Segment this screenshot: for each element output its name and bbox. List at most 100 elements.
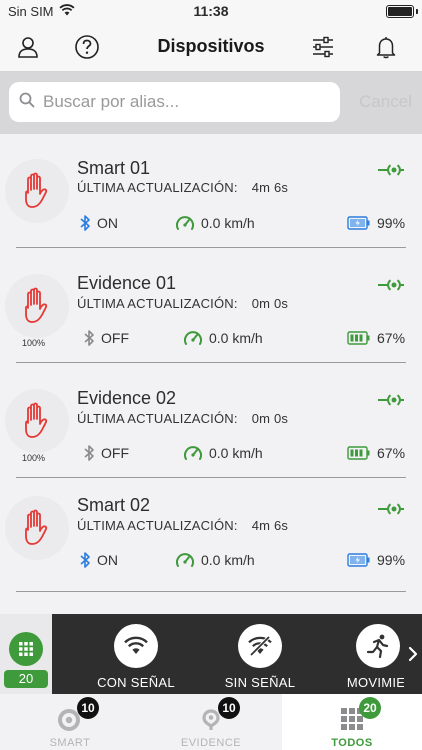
device-row[interactable]: 100% Evidence 01 ÚLTIMA ACTUALIZACIÓN: 0m… (0, 269, 422, 384)
bluetooth-icon (80, 215, 90, 231)
bluetooth-status: ON (97, 552, 118, 568)
wifi-icon (114, 624, 158, 668)
last-update-value: 4m 6s (251, 518, 289, 533)
grid-icon: 20 (339, 697, 381, 732)
bell-icon[interactable] (372, 33, 400, 61)
tab-badge: 10 (77, 697, 99, 719)
alert-hand-icon (25, 172, 48, 208)
device-name: Smart 01 (77, 158, 151, 178)
tab-label: SMART (49, 737, 91, 749)
grid-icon[interactable] (9, 632, 43, 666)
row-divider (16, 362, 406, 363)
bluetooth-stat: ON (79, 549, 118, 571)
alert-hand-icon (25, 509, 48, 545)
last-update-label: ÚLTIMA ACTUALIZACIÓN: (77, 180, 238, 195)
battery-value: 67% (377, 330, 406, 346)
battery-level-icon (347, 331, 370, 345)
search-area: Cancel (0, 72, 422, 134)
speedometer-icon (184, 331, 202, 345)
bluetooth-icon (84, 330, 94, 346)
device-name: Evidence 02 (77, 388, 177, 408)
filter-label: SIN SEÑAL (224, 675, 296, 690)
avatar-caption: 100% (22, 453, 46, 463)
speed-value: 0.0 km/h (201, 215, 255, 231)
battery-value: 99% (377, 552, 406, 568)
battery-status-icon (386, 5, 414, 18)
device-avatar (5, 496, 69, 560)
row-divider (16, 247, 406, 248)
speed-value: 0.0 km/h (209, 445, 263, 461)
last-update-label: ÚLTIMA ACTUALIZACIÓN: (77, 411, 238, 426)
row-divider (16, 477, 406, 478)
speed-stat: 0.0 km/h (175, 549, 255, 571)
speedometer-icon (176, 553, 194, 567)
filter-settings-icon[interactable] (309, 33, 337, 61)
last-update-label: ÚLTIMA ACTUALIZACIÓN: (77, 518, 238, 533)
search-box[interactable] (9, 82, 340, 122)
speedometer-icon (184, 446, 202, 460)
battery-charging-icon (347, 553, 370, 567)
filter-label: MOVIMIEI (346, 675, 410, 690)
bluetooth-stat: OFF (83, 327, 129, 349)
battery-stat: 67% (347, 442, 405, 464)
status-filter-bar: 20 CON SEÑAL SIN SEÑAL MOVIMIEI (0, 614, 422, 694)
tab-badge: 10 (218, 697, 240, 719)
chevron-right-icon[interactable] (404, 614, 422, 694)
speedometer-icon (176, 216, 194, 230)
search-icon (19, 92, 35, 113)
last-update-label: ÚLTIMA ACTUALIZACIÓN: (77, 296, 238, 311)
filter-all[interactable]: 20 (0, 614, 52, 694)
filter-label: CON SEÑAL (97, 675, 175, 690)
tab-label: EVIDENCE (180, 737, 242, 749)
signal-connected-icon (378, 278, 404, 297)
bluetooth-stat: OFF (83, 442, 129, 464)
battery-nub (416, 9, 418, 14)
bluetooth-icon (80, 552, 90, 568)
nav-bar: Dispositivos (0, 22, 422, 72)
signal-connected-icon (378, 393, 404, 412)
device-name: Smart 02 (77, 495, 151, 515)
device-avatar (5, 274, 69, 338)
clock: 11:38 (193, 3, 229, 19)
alert-hand-icon (25, 402, 48, 438)
bluetooth-status: ON (97, 215, 118, 231)
bluetooth-status: OFF (101, 330, 129, 346)
tab-label: TODOS (331, 737, 373, 749)
tab-todos[interactable]: 20 TODOS (282, 694, 422, 750)
running-person-icon (356, 624, 400, 668)
tab-bar: 10 SMART 10 EVIDENCE 20 TODOS (0, 694, 422, 750)
device-row[interactable]: Smart 02 ÚLTIMA ACTUALIZACIÓN: 4m 6s ON 0… (0, 491, 422, 606)
stats-row: ON 0.0 km/h 99% (77, 549, 407, 571)
battery-level-icon (347, 446, 370, 460)
device-row[interactable]: Smart 01 ÚLTIMA ACTUALIZACIÓN: 4m 6s ON 0… (0, 154, 422, 269)
cancel-button[interactable]: Cancel (359, 92, 412, 112)
last-update: ÚLTIMA ACTUALIZACIÓN: 0m 0s (77, 296, 288, 311)
device-row[interactable]: 100% Evidence 02 ÚLTIMA ACTUALIZACIÓN: 0m… (0, 384, 422, 499)
tab-evidence[interactable]: 10 EVIDENCE (141, 694, 281, 750)
signal-connected-icon (378, 502, 404, 521)
device-list: Smart 01 ÚLTIMA ACTUALIZACIÓN: 4m 6s ON 0… (0, 134, 422, 614)
evidence-device-icon: 10 (198, 697, 240, 732)
speed-stat: 0.0 km/h (183, 327, 263, 349)
tab-badge: 20 (359, 697, 381, 719)
battery-value: 99% (377, 215, 406, 231)
device-name: Evidence 01 (77, 273, 177, 293)
all-count-badge: 20 (4, 670, 48, 688)
battery-value: 67% (377, 445, 406, 461)
filter-con-senal[interactable]: CON SEÑAL (90, 614, 182, 694)
device-avatar (5, 159, 69, 223)
bluetooth-icon (84, 445, 94, 461)
avatar-caption: 100% (22, 338, 46, 348)
stats-row: OFF 0.0 km/h 67% (77, 442, 407, 464)
battery-stat: 99% (347, 212, 405, 234)
signal-connected-icon (378, 163, 404, 182)
device-avatar (5, 389, 69, 453)
speed-value: 0.0 km/h (201, 552, 255, 568)
last-update-value: 4m 6s (251, 180, 289, 195)
tab-smart[interactable]: 10 SMART (0, 694, 140, 750)
last-update: ÚLTIMA ACTUALIZACIÓN: 4m 6s (77, 180, 288, 195)
page-title: Dispositivos (157, 36, 265, 56)
speed-stat: 0.0 km/h (183, 442, 263, 464)
search-input[interactable] (43, 92, 323, 112)
filter-sin-senal[interactable]: SIN SEÑAL (214, 614, 306, 694)
